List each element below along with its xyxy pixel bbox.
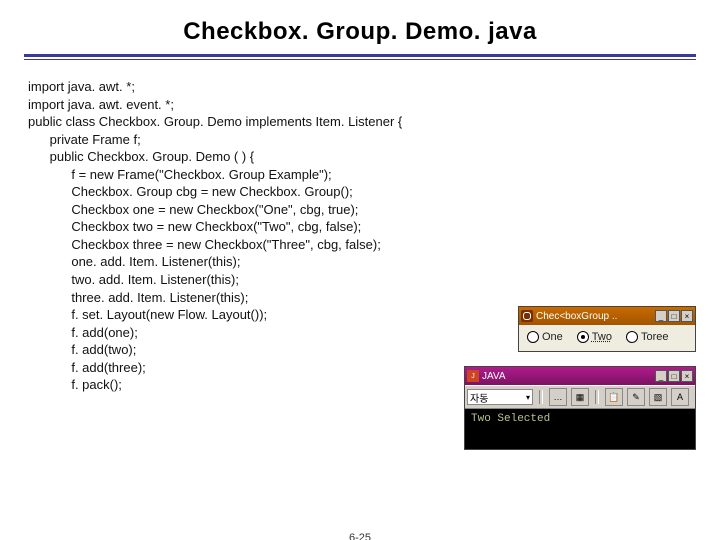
window-java-console: J JAVA _ □ × 자동 ▾ … ▦ 📋 ✎ ▧ A Two Select… <box>464 366 696 450</box>
maximize-button[interactable]: □ <box>668 370 680 382</box>
slide-title: Checkbox. Group. Demo. java <box>0 18 720 46</box>
radio-label: Two <box>592 331 612 343</box>
toolbar-button-6[interactable]: A <box>671 388 689 406</box>
radio-label: One <box>542 331 563 343</box>
radio-dot-icon <box>626 331 638 343</box>
toolbar-button-1[interactable]: … <box>549 388 567 406</box>
chevron-down-icon: ▾ <box>526 393 530 402</box>
toolbar-button-4[interactable]: ✎ <box>627 388 645 406</box>
maximize-button[interactable]: □ <box>668 310 680 322</box>
radio-three[interactable]: Toree <box>626 331 669 343</box>
radio-dot-icon <box>527 331 539 343</box>
java-coffee-icon <box>521 310 533 322</box>
radio-two[interactable]: Two <box>577 331 612 343</box>
titlebar-console[interactable]: J JAVA _ □ × <box>465 367 695 385</box>
toolbar-separator <box>539 390 543 404</box>
window-title-text: JAVA <box>482 371 506 382</box>
window-title-text: Chec<boxGroup .. <box>536 311 617 322</box>
toolbar-select[interactable]: 자동 ▾ <box>467 389 533 405</box>
toolbar-button-3[interactable]: 📋 <box>605 388 623 406</box>
toolbar-button-5[interactable]: ▧ <box>649 388 667 406</box>
titlebar-checkbox[interactable]: Chec<boxGroup .. _ □ × <box>519 307 695 325</box>
minimize-button[interactable]: _ <box>655 370 667 382</box>
page-number: 6-25 <box>0 532 720 540</box>
close-button[interactable]: × <box>681 370 693 382</box>
checkbox-group-body: One Two Toree <box>519 325 695 351</box>
toolbar-select-label: 자동 <box>470 390 488 405</box>
radio-one[interactable]: One <box>527 331 563 343</box>
title-divider <box>24 54 696 60</box>
close-button[interactable]: × <box>681 310 693 322</box>
toolbar-button-2[interactable]: ▦ <box>571 388 589 406</box>
console-toolbar: 자동 ▾ … ▦ 📋 ✎ ▧ A <box>465 385 695 409</box>
window-checkbox-group: Chec<boxGroup .. _ □ × One Two Toree <box>518 306 696 352</box>
radio-label: Toree <box>641 331 669 343</box>
console-output: Two Selected <box>465 409 695 449</box>
java-cup-icon: J <box>467 370 479 382</box>
minimize-button[interactable]: _ <box>655 310 667 322</box>
radio-dot-icon <box>577 331 589 343</box>
toolbar-separator <box>595 390 599 404</box>
